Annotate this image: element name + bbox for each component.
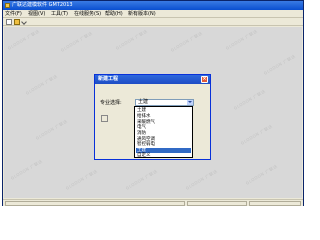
watermark: GLODON 广联达 — [239, 123, 274, 146]
watermark: GLODON 广联达 — [114, 28, 149, 51]
specialty-label: 专业选择: — [100, 100, 122, 106]
status-bar — [3, 199, 303, 206]
specialty-select[interactable]: 土建 — [135, 99, 194, 106]
watermark: GLODON 广联达 — [169, 30, 204, 53]
watermark: GLODON 广联达 — [244, 163, 279, 186]
dropdown-option[interactable]: 自定义 — [136, 153, 191, 158]
dropdown-option[interactable]: 消防 — [136, 131, 191, 136]
status-cell — [249, 201, 301, 206]
menu-tools[interactable]: 工具(T) — [51, 11, 68, 17]
open-folder-icon[interactable] — [14, 19, 20, 25]
app-icon — [5, 3, 10, 8]
dropdown-option[interactable]: 给排水 — [136, 114, 191, 119]
window-title: 广联达建模软件 GMT2013 — [12, 2, 73, 8]
dropdown-option[interactable]: 电气 — [136, 125, 191, 130]
menu-new-version[interactable]: 新有版本(N) — [128, 11, 156, 17]
watermark: GLODON 广联达 — [59, 30, 94, 53]
specialty-select-value: 土建 — [138, 99, 149, 105]
watermark: GLODON 广联达 — [9, 158, 44, 181]
dropdown-option[interactable]: 土建 — [136, 108, 191, 113]
watermark: GLODON 广联达 — [232, 88, 267, 111]
menu-help[interactable]: 帮助(H) — [105, 11, 123, 17]
dialog-title: 新建工程 — [98, 76, 119, 82]
menu-view[interactable]: 视图(V) — [28, 11, 45, 17]
menu-online-service[interactable]: 在线服务(S) — [74, 11, 101, 17]
title-bar[interactable]: 广联达建模软件 GMT2013 — [3, 1, 303, 10]
specialty-dropdown-list: 土建 给排水 采暖燃气 电气 消防 通风空调 智控弱电 土建 自定义 — [134, 106, 193, 158]
watermark: GLODON 广联达 — [24, 73, 59, 96]
status-cell — [5, 201, 185, 206]
arrow-icon[interactable] — [21, 19, 27, 25]
watermark: GLODON 广联达 — [184, 168, 219, 191]
watermark: GLODON 广联达 — [124, 168, 159, 191]
new-project-dialog: 新建工程 × 专业选择: 土建 土建 给排水 采暖燃气 电气 消防 通风空调 智… — [94, 74, 211, 160]
menu-bar: 文件(F) 视图(V) 工具(T) 在线服务(S) 帮助(H) 新有版本(N) — [3, 10, 303, 18]
dropdown-option[interactable]: 智控弱电 — [136, 142, 191, 147]
watermark: GLODON 广联达 — [6, 28, 41, 51]
watermark: GLODON 广联达 — [262, 53, 297, 76]
close-icon[interactable]: × — [201, 76, 208, 83]
new-file-icon[interactable] — [6, 19, 12, 25]
toolbar — [3, 18, 303, 26]
watermark: GLODON 广联达 — [64, 168, 99, 191]
watermark: GLODON 广联达 — [34, 118, 69, 141]
watermark: GLODON 广联达 — [224, 28, 259, 51]
dialog-button-partial[interactable] — [101, 115, 108, 122]
chevron-down-icon[interactable] — [187, 100, 193, 105]
status-cell — [187, 201, 247, 206]
dialog-title-bar[interactable]: 新建工程 × — [95, 75, 210, 84]
menu-file[interactable]: 文件(F) — [5, 11, 22, 17]
